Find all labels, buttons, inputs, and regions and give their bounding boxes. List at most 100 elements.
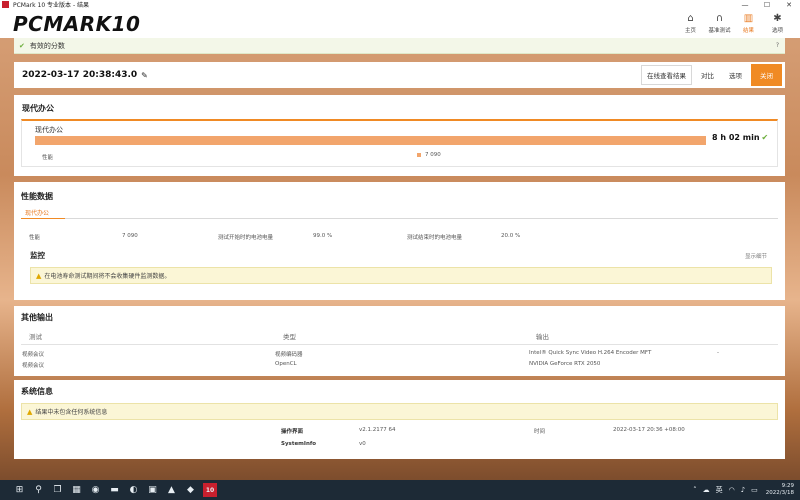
- pcmark-taskbar-icon[interactable]: 10: [203, 483, 217, 497]
- bar-chart-icon: ▥: [743, 13, 754, 24]
- modern-office-section: 现代办公 现代办公 8 h 02 min ✔ 性能 7 090: [14, 95, 785, 176]
- window-titlebar: PCMark 10 专业版本 - 结果 — ☐ ✕: [0, 0, 800, 9]
- check-circle-icon: ✔: [19, 41, 25, 50]
- score-legend: 7 090: [417, 152, 441, 158]
- start-icon[interactable]: ⊞: [10, 483, 29, 497]
- section-title: 系统信息: [21, 387, 53, 396]
- warning-icon: ▲: [27, 407, 33, 416]
- monitoring-title: 监控: [30, 251, 45, 260]
- edit-pencil-icon[interactable]: ✎: [141, 71, 148, 80]
- col-header-output: 输出: [536, 333, 549, 341]
- app-icon: [2, 1, 9, 8]
- col-header-type: 类型: [283, 333, 296, 341]
- widgets-icon[interactable]: ▦: [67, 483, 86, 497]
- close-button[interactable]: 关闭: [751, 64, 782, 86]
- cloud-icon[interactable]: ☁: [703, 486, 710, 494]
- taskbar-apps: ⊞ ⚲ ❐ ▦ ◉ ▬ ◐ ▣ ▲ ◆ 10: [10, 483, 217, 497]
- gear-icon: ✱: [773, 13, 782, 24]
- info-label: SystemInfo: [281, 441, 317, 447]
- tab-modern-office[interactable]: 现代办公: [25, 208, 49, 217]
- search-icon[interactable]: ⚲: [29, 483, 48, 497]
- compare-button[interactable]: 对比: [695, 65, 720, 85]
- check-circle-icon: ✔: [761, 133, 769, 142]
- task-view-icon[interactable]: ❐: [48, 483, 67, 497]
- info-label: 时间: [534, 429, 546, 435]
- section-title: 性能数据: [21, 192, 53, 201]
- system-info-warning: ▲ 结果中未包含任何系统信息: [21, 403, 778, 420]
- score-bar: [35, 136, 706, 145]
- warning-icon: ▲: [36, 271, 42, 280]
- chevron-up-icon[interactable]: ˄: [693, 486, 697, 494]
- help-button[interactable]: ?: [776, 42, 779, 49]
- end-battery-label: 测试结束时的电池电量: [407, 235, 463, 241]
- result-header: 2022-03-17 20:38:43.0 ✎ 在线查看结果 对比 选项 关闭: [14, 62, 785, 88]
- metric-label: 性能: [42, 155, 54, 161]
- volume-icon[interactable]: ♪: [741, 486, 745, 494]
- section-title: 现代办公: [22, 104, 54, 113]
- col-header-test: 测试: [29, 333, 42, 341]
- maximize-icon[interactable]: ☐: [756, 1, 778, 9]
- nav-options[interactable]: ✱ 选项: [763, 13, 792, 34]
- main-nav: ⌂ 主页 ∩ 基准测试 ▥ 结果 ✱ 选项: [676, 13, 792, 34]
- window-title: PCMark 10 专业版本 - 结果: [13, 2, 90, 9]
- nav-results[interactable]: ▥ 结果: [734, 13, 763, 34]
- close-icon[interactable]: ✕: [778, 1, 800, 9]
- battery-icon[interactable]: ▭: [751, 486, 758, 494]
- view-online-button[interactable]: 在线查看结果: [641, 65, 692, 85]
- score-box: 现代办公 8 h 02 min ✔ 性能 7 090: [21, 119, 778, 167]
- header-divider: [21, 344, 778, 345]
- app-icon[interactable]: ◆: [181, 483, 200, 497]
- chat-icon[interactable]: ◉: [86, 483, 105, 497]
- options-button[interactable]: 选项: [723, 65, 748, 85]
- row-test: 视频会议: [22, 363, 45, 369]
- lang-indicator[interactable]: 英: [716, 485, 723, 495]
- tab-divider: [21, 218, 778, 219]
- score-value: 7 090: [425, 152, 441, 158]
- info-value: 2022-03-17 20:36 +08:00: [613, 427, 685, 433]
- info-label: 操作界面: [281, 429, 304, 435]
- tab-active-indicator: [21, 218, 65, 219]
- result-actions: 在线查看结果 对比 选项 关闭: [638, 64, 782, 86]
- valid-score-banner: ✔ 有效的分数 ?: [14, 38, 785, 54]
- show-details-link[interactable]: 显示细节: [745, 252, 767, 260]
- store-icon[interactable]: ▣: [143, 483, 162, 497]
- perf-label: 性能: [29, 235, 41, 241]
- system-tray: ˄ ☁ 英 ◠ ♪ ▭ 9:29 2022/3/18: [687, 483, 794, 497]
- section-title: 其他输出: [21, 313, 53, 322]
- monitoring-warning: ▲ 在电池寿命测试期间将不会收集硬件监测数据。: [30, 267, 772, 284]
- row-extra: -: [717, 350, 719, 356]
- app-header: PCMARK10 ⌂ 主页 ∩ 基准测试 ▥ 结果 ✱ 选项: [0, 9, 800, 38]
- clock[interactable]: 9:29 2022/3/18: [766, 483, 794, 497]
- file-explorer-icon[interactable]: ▬: [105, 483, 124, 497]
- wifi-icon[interactable]: ◠: [729, 486, 735, 494]
- system-info-section: 系统信息 ▲ 结果中未包含任何系统信息 操作界面 v2.1.2177 64 时间…: [14, 380, 785, 459]
- start-battery-label: 测试开始时的电池电量: [218, 235, 274, 241]
- performance-data-section: 性能数据 现代办公 性能 7 090 测试开始时的电池电量 99.0 % 测试结…: [14, 182, 785, 300]
- clock-date: 2022/3/18: [765, 490, 794, 496]
- headset-icon: ∩: [715, 13, 724, 24]
- window-controls: — ☐ ✕: [734, 1, 800, 9]
- info-value: v2.1.2177 64: [359, 427, 396, 433]
- clock-time: 9:29: [781, 483, 794, 489]
- windows-taskbar: ⊞ ⚲ ❐ ▦ ◉ ▬ ◐ ▣ ▲ ◆ 10 ˄ ☁ 英 ◠ ♪ ▭ 9:29 …: [0, 480, 800, 500]
- pcmark-logo: PCMARK10: [13, 11, 141, 36]
- row-type: OpenCL: [275, 361, 297, 367]
- legend-swatch: [417, 153, 421, 157]
- row-output: NVIDIA GeForce RTX 2050: [529, 361, 601, 367]
- edge-icon[interactable]: ◐: [124, 483, 143, 497]
- app-icon[interactable]: ▲: [162, 483, 181, 497]
- valid-score-text: 有效的分数: [29, 41, 65, 50]
- end-battery-value: 20.0 %: [501, 233, 521, 239]
- nav-benchmarks[interactable]: ∩ 基准测试: [705, 13, 734, 34]
- row-output: Intel® Quick Sync Video H.264 Encoder MF…: [529, 350, 652, 356]
- minimize-icon[interactable]: —: [734, 1, 756, 9]
- result-datetime: 2022-03-17 20:38:43.0: [22, 70, 138, 80]
- row-test: 视频会议: [22, 352, 45, 358]
- start-battery-value: 99.0 %: [313, 233, 333, 239]
- nav-home[interactable]: ⌂ 主页: [676, 13, 705, 34]
- home-icon: ⌂: [687, 13, 694, 24]
- perf-value: 7 090: [122, 233, 138, 239]
- battery-duration: 8 h 02 min ✔: [712, 133, 769, 142]
- info-value: v0: [359, 441, 366, 447]
- other-output-section: 其他输出 测试 类型 输出 视频会议 视频编码器 Intel® Quick Sy…: [14, 306, 785, 376]
